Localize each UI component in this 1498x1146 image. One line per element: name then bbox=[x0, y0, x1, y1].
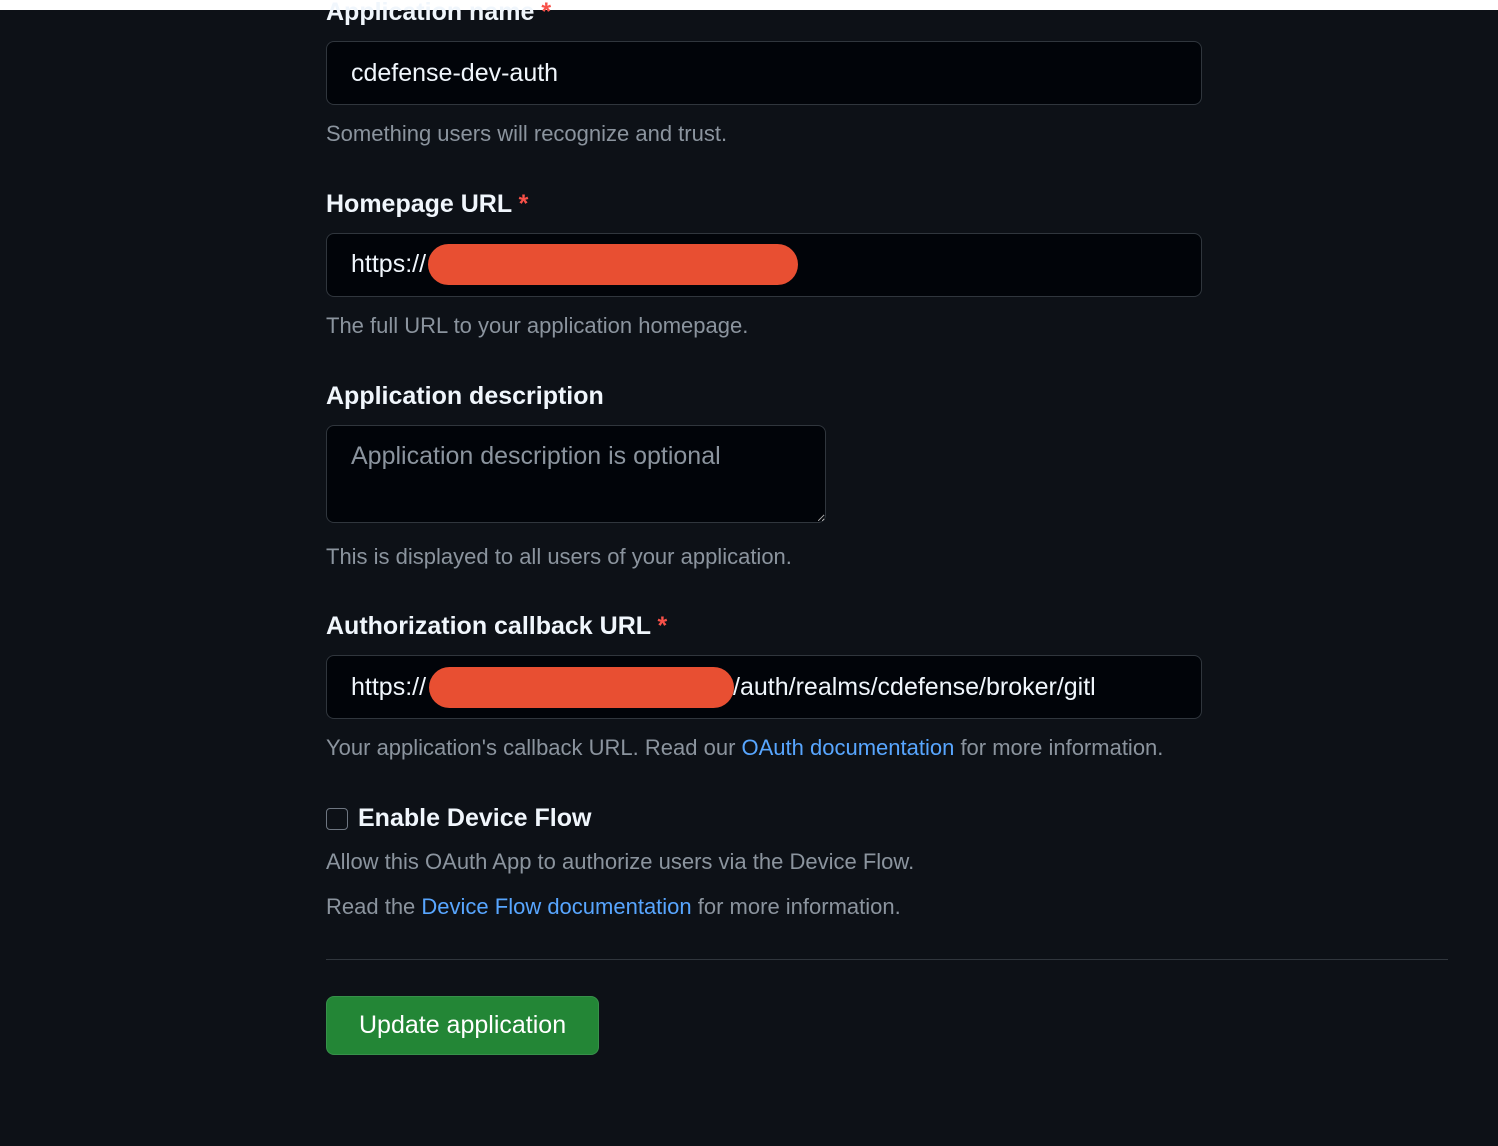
device-flow-help-2: Read the Device Flow documentation for m… bbox=[326, 892, 1448, 923]
device-flow-help-1: Allow this OAuth App to authorize users … bbox=[326, 847, 1448, 878]
homepage-url-label-text: Homepage URL bbox=[326, 190, 512, 218]
device-flow-documentation-link[interactable]: Device Flow documentation bbox=[421, 894, 691, 919]
description-textarea[interactable] bbox=[326, 425, 826, 523]
divider bbox=[326, 959, 1448, 960]
description-group: Application description This is displaye… bbox=[326, 382, 1448, 573]
required-indicator: * bbox=[519, 190, 529, 218]
device-flow-label[interactable]: Enable Device Flow bbox=[358, 804, 591, 833]
homepage-url-input[interactable]: https:// bbox=[326, 233, 1202, 297]
description-help: This is displayed to all users of your a… bbox=[326, 542, 1448, 573]
callback-url-input[interactable]: https:// /auth/realms/cdefense/broker/git… bbox=[326, 655, 1202, 719]
application-name-group: Application name * cdefense-dev-auth Som… bbox=[326, 0, 1448, 150]
callback-url-group: Authorization callback URL * https:// /au… bbox=[326, 612, 1448, 764]
callback-url-prefix: https:// bbox=[351, 673, 426, 702]
callback-url-suffix: /auth/realms/cdefense/broker/gitl bbox=[733, 673, 1096, 702]
callback-help-suffix: for more information. bbox=[954, 735, 1163, 760]
application-name-help: Something users will recognize and trust… bbox=[326, 119, 1448, 150]
homepage-url-prefix: https:// bbox=[351, 250, 426, 279]
application-name-label-text: Application name bbox=[326, 0, 534, 26]
callback-url-label-text: Authorization callback URL bbox=[326, 612, 651, 640]
homepage-url-label: Homepage URL * bbox=[326, 190, 1448, 219]
application-name-value: cdefense-dev-auth bbox=[351, 59, 558, 88]
redacted-content bbox=[429, 667, 734, 708]
application-name-input[interactable]: cdefense-dev-auth bbox=[326, 41, 1202, 105]
device-flow-help2-suffix: for more information. bbox=[692, 894, 901, 919]
oauth-documentation-link[interactable]: OAuth documentation bbox=[742, 735, 955, 760]
description-label: Application description bbox=[326, 382, 1448, 411]
homepage-url-group: Homepage URL * https:// The full URL to … bbox=[326, 190, 1448, 342]
required-indicator: * bbox=[658, 612, 668, 640]
update-application-button[interactable]: Update application bbox=[326, 996, 599, 1055]
application-name-label: Application name * bbox=[326, 0, 1448, 27]
required-indicator: * bbox=[541, 0, 551, 26]
homepage-url-help: The full URL to your application homepag… bbox=[326, 311, 1448, 342]
callback-url-label: Authorization callback URL * bbox=[326, 612, 1448, 641]
device-flow-checkbox-row: Enable Device Flow bbox=[326, 804, 1448, 833]
device-flow-help2-prefix: Read the bbox=[326, 894, 421, 919]
device-flow-group: Enable Device Flow Allow this OAuth App … bbox=[326, 804, 1448, 923]
device-flow-checkbox[interactable] bbox=[326, 808, 348, 830]
callback-help-prefix: Your application's callback URL. Read ou… bbox=[326, 735, 742, 760]
callback-url-help: Your application's callback URL. Read ou… bbox=[326, 733, 1448, 764]
form-container: Application name * cdefense-dev-auth Som… bbox=[0, 0, 1498, 1055]
redacted-content bbox=[428, 244, 798, 285]
